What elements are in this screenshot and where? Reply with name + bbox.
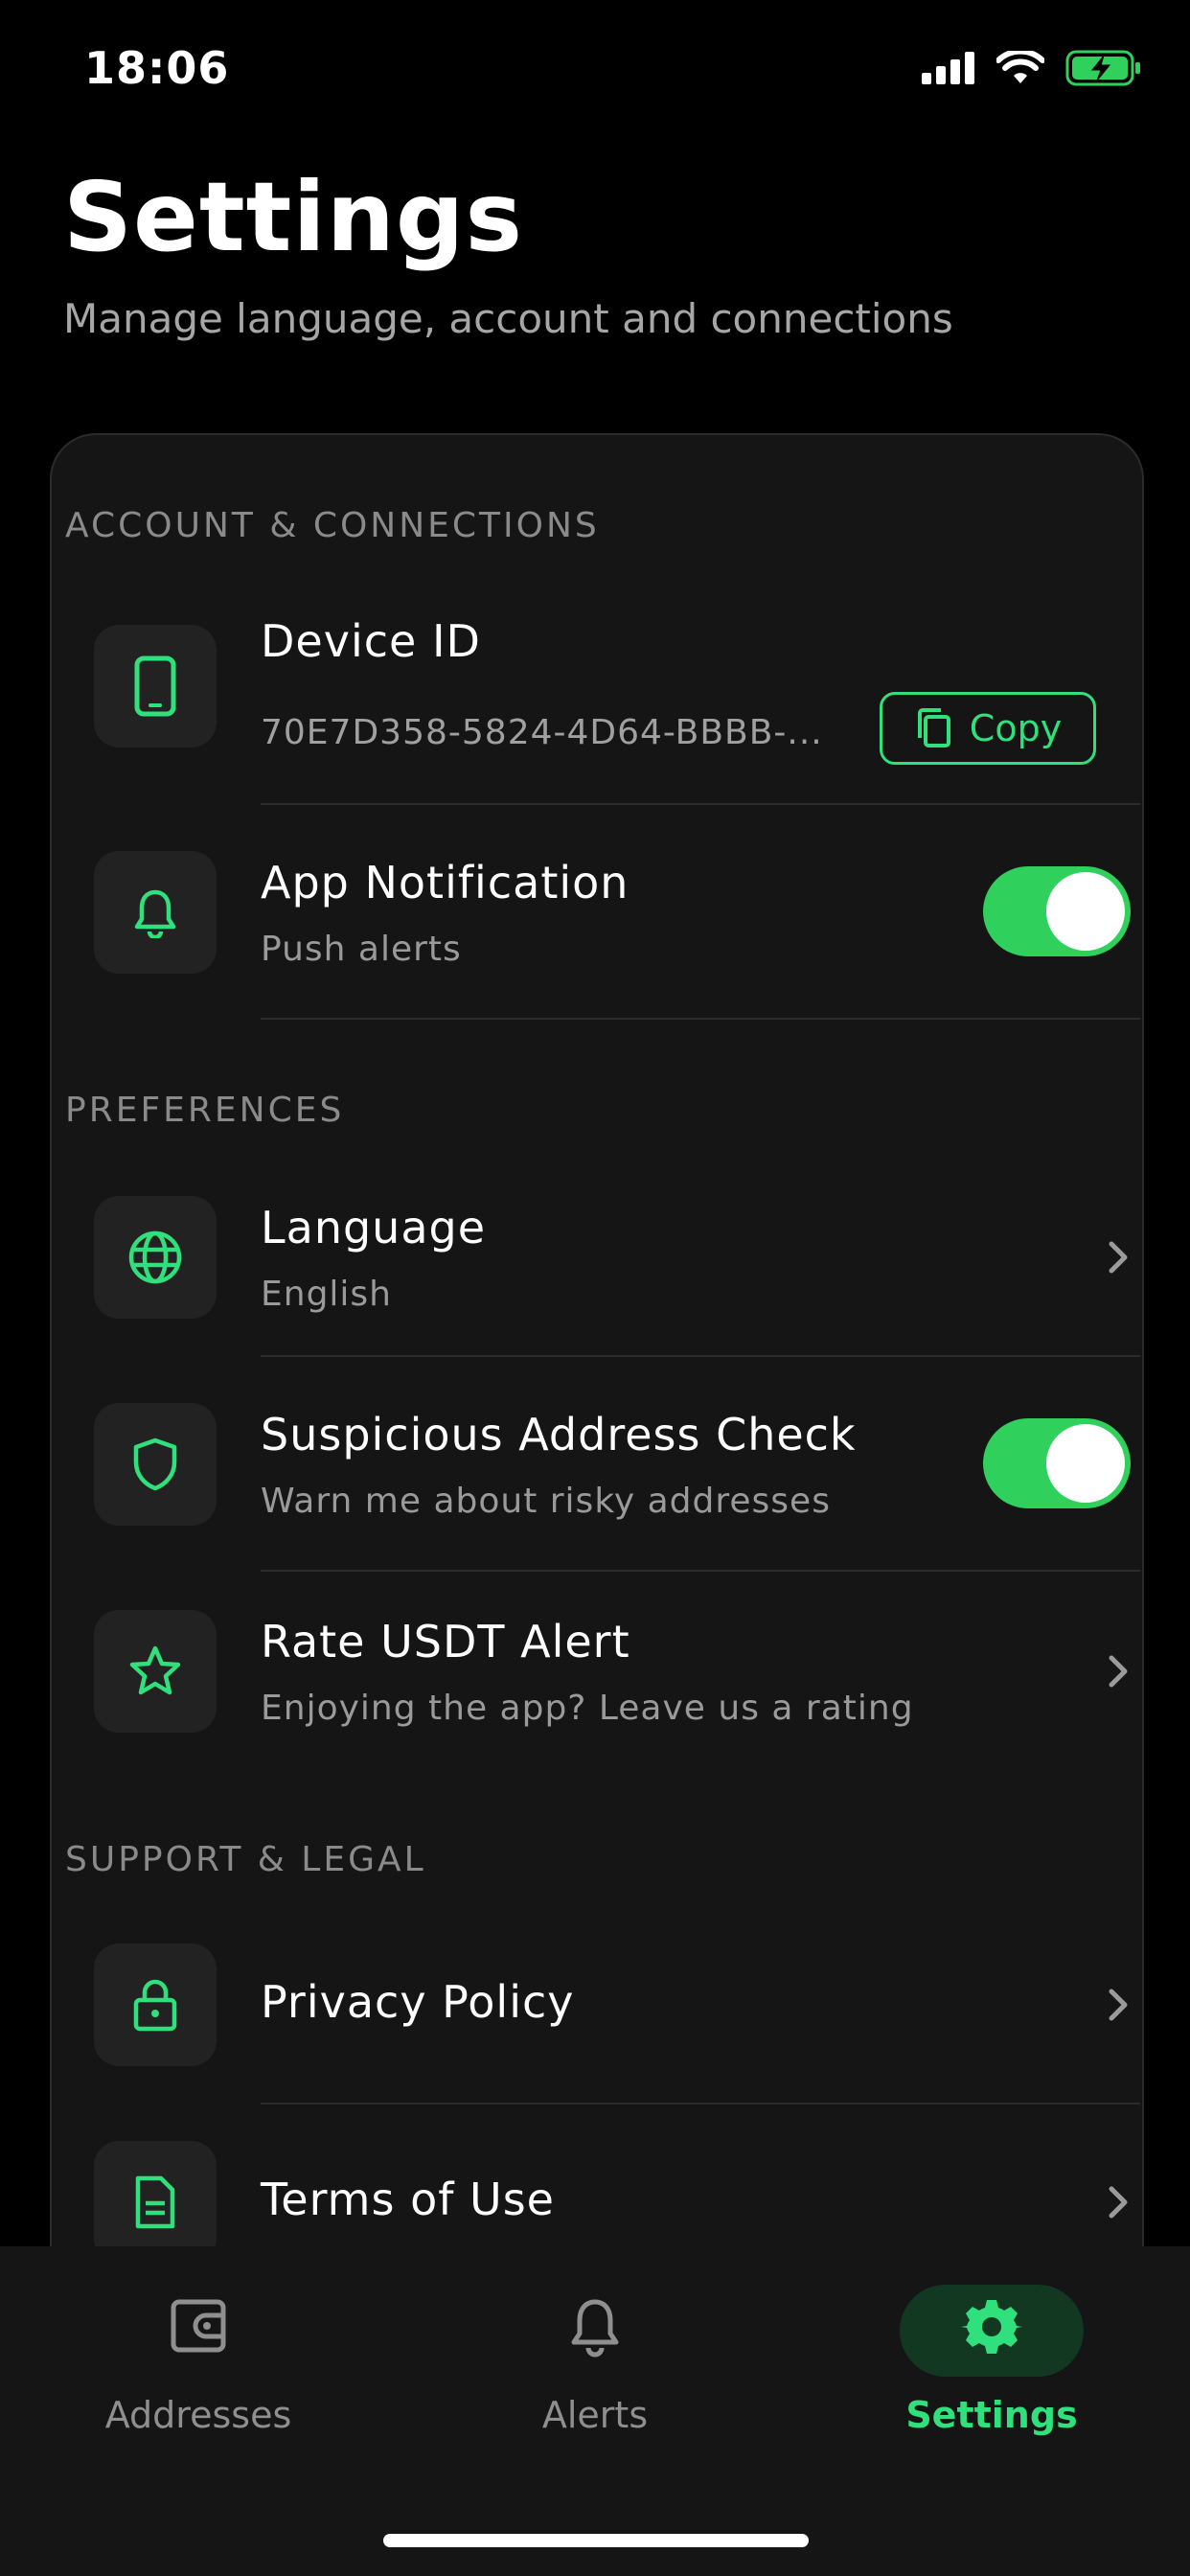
tab-bar: Addresses Alerts Settings: [0, 2246, 1190, 2576]
copy-button-label: Copy: [969, 707, 1063, 749]
lock-icon: [133, 1979, 177, 2032]
section-preferences-heading: PREFERENCES: [65, 1091, 345, 1130]
divider: [261, 803, 1140, 805]
tab-settings[interactable]: Settings: [793, 2246, 1190, 2467]
notification-toggle[interactable]: [983, 866, 1131, 956]
page-subtitle: Manage language, account and connections: [63, 295, 953, 342]
star-icon: [129, 1645, 181, 1695]
tab-addresses[interactable]: Addresses: [0, 2246, 397, 2467]
suspicious-toggle[interactable]: [983, 1418, 1131, 1508]
chevron-right-icon: [1109, 1241, 1128, 1274]
divider: [261, 1355, 1140, 1357]
tab-addresses-label: Addresses: [104, 2394, 292, 2436]
tab-settings-label: Settings: [905, 2394, 1078, 2436]
chevron-right-icon: [1109, 1655, 1128, 1688]
privacy-title: Privacy Policy: [261, 1976, 575, 2028]
device-id-value: 70E7D358-5824-4D64-BBBB-...: [261, 713, 823, 752]
divider: [261, 1570, 1140, 1572]
rate-icon-box: [94, 1610, 217, 1733]
device-icon-box: [94, 625, 217, 748]
divider: [261, 1018, 1140, 1020]
terms-icon-box: [94, 2141, 217, 2264]
globe-icon: [128, 1230, 182, 1284]
status-icons: [922, 50, 1142, 86]
language-icon-box: [94, 1196, 217, 1319]
wifi-icon: [996, 51, 1044, 83]
chevron-right-icon: [1109, 1989, 1128, 2021]
section-support-heading: SUPPORT & LEGAL: [65, 1840, 426, 1879]
battery-charging-icon: [1065, 50, 1140, 86]
cellular-signal-icon: [922, 52, 974, 84]
home-indicator: [383, 2534, 809, 2547]
notification-title: App Notification: [261, 857, 629, 908]
phone-icon: [134, 656, 176, 717]
copy-icon: [917, 708, 950, 748]
language-value: English: [261, 1275, 392, 1314]
status-bar: 18:06: [0, 0, 1190, 144]
wallet-icon: [171, 2299, 226, 2353]
notification-subtitle: Push alerts: [261, 930, 462, 969]
copy-button[interactable]: Copy: [880, 692, 1096, 765]
suspicious-subtitle: Warn me about risky addresses: [261, 1482, 831, 1521]
language-title: Language: [261, 1202, 487, 1254]
shield-icon: [133, 1438, 177, 1491]
toggle-knob: [1046, 872, 1125, 951]
toggle-knob: [1046, 1424, 1125, 1503]
notification-icon-box: [94, 851, 217, 974]
privacy-icon-box: [94, 1944, 217, 2066]
gear-icon: [961, 2300, 1022, 2354]
tab-alerts-label: Alerts: [541, 2394, 649, 2436]
rate-subtitle: Enjoying the app? Leave us a rating: [261, 1689, 914, 1728]
chevron-right-icon: [1109, 2186, 1128, 2219]
bell-icon: [571, 2299, 619, 2358]
page-title: Settings: [63, 161, 524, 273]
suspicious-title: Suspicious Address Check: [261, 1409, 857, 1460]
divider: [261, 2103, 1140, 2104]
device-id-title: Device ID: [261, 615, 481, 667]
terms-title: Terms of Use: [261, 2174, 555, 2225]
section-account-heading: ACCOUNT & CONNECTIONS: [65, 506, 600, 545]
tab-alerts[interactable]: Alerts: [397, 2246, 793, 2467]
status-time: 18:06: [84, 42, 230, 94]
bell-icon: [134, 889, 176, 938]
suspicious-icon-box: [94, 1403, 217, 1526]
document-icon: [135, 2175, 175, 2229]
rate-title: Rate USDT Alert: [261, 1616, 630, 1668]
